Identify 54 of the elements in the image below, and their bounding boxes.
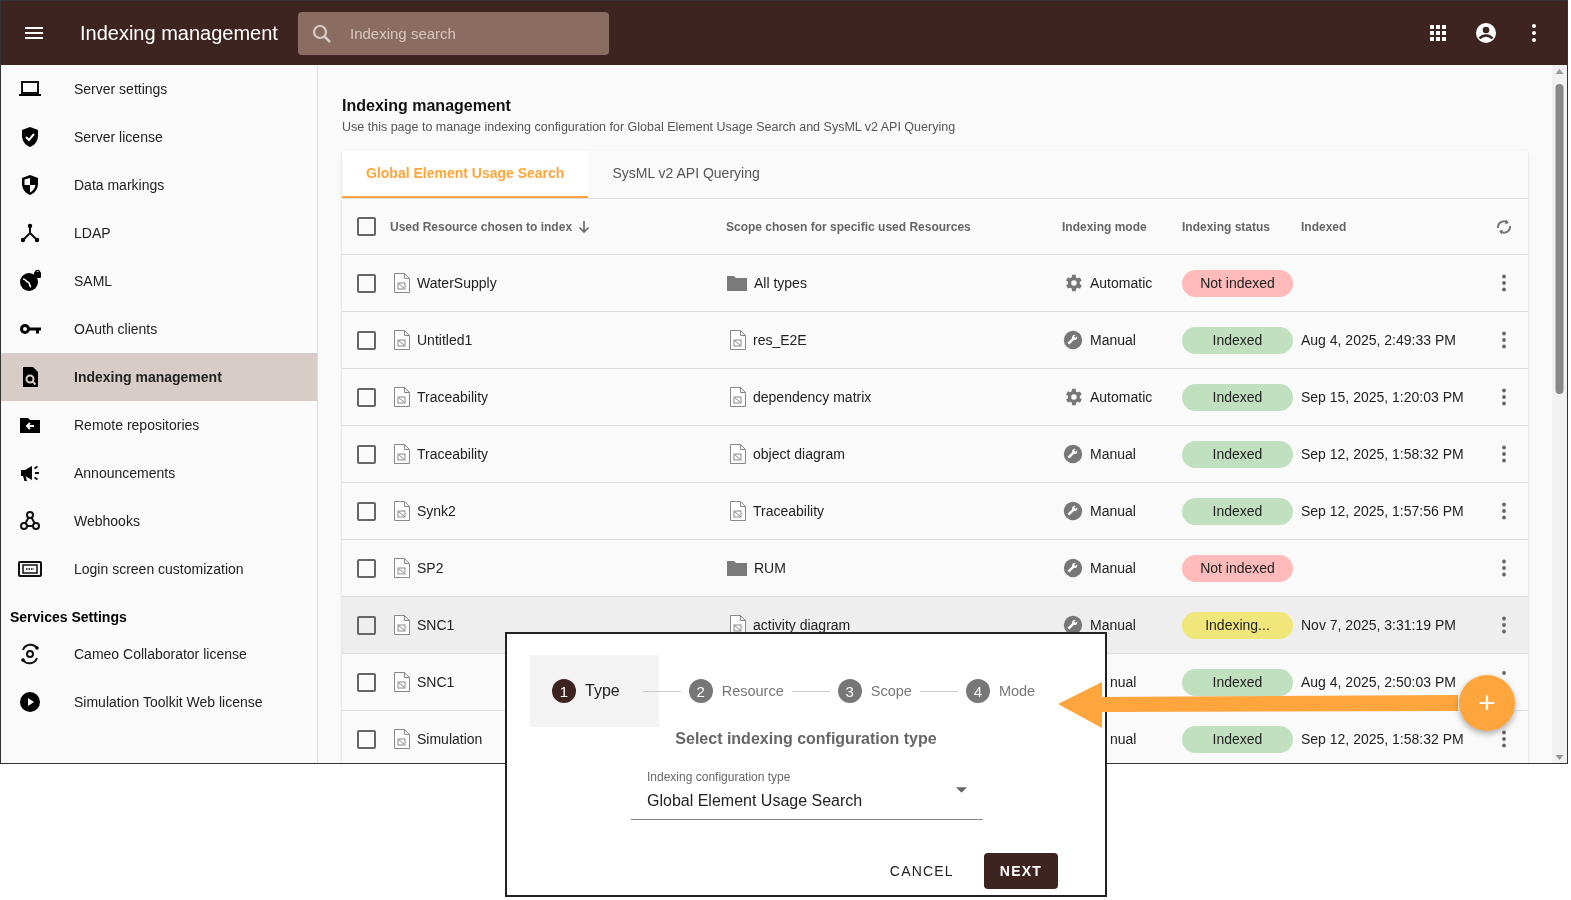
scope-name: Traceability (753, 503, 825, 519)
indexed-date: Sep 12, 2025, 1:57:56 PM (1301, 503, 1464, 519)
resource-name: WaterSupply (417, 275, 497, 291)
status-badge: Not indexed (1182, 269, 1293, 297)
indexing-mode: Automatic (1090, 275, 1153, 291)
status-badge: Indexed (1182, 497, 1293, 525)
status-badge: Indexed (1182, 440, 1293, 468)
resource-name: Traceability (417, 389, 489, 405)
indexed-date: Aug 4, 2025, 2:49:33 PM (1301, 332, 1456, 348)
step-number: 3 (837, 679, 862, 703)
section-title: Services Settings (9, 608, 128, 627)
step-label: Resource (721, 683, 784, 699)
status-badge: Indexing... (1182, 611, 1293, 639)
scope-name: All types (754, 275, 807, 291)
indexing-mode: Manual (1090, 617, 1136, 633)
status-badge: Not indexed (1182, 554, 1293, 582)
page-title: Indexing management (342, 97, 512, 115)
step-label: Type (585, 682, 620, 700)
scope-name: RUM (754, 560, 786, 576)
indexed-date: Aug 4, 2025, 2:50:03 PM (1301, 674, 1456, 690)
resource-name: Simulation (417, 731, 483, 747)
resource-name: SP2 (417, 560, 444, 576)
scope-name: res_E2E (753, 332, 807, 348)
step-number: 1 (552, 679, 576, 703)
status-badge: Indexed (1182, 725, 1293, 753)
indexing-mode: Manual (1090, 560, 1136, 576)
indexing-mode: nual (1110, 731, 1137, 747)
indexed-date: Sep 12, 2025, 1:58:32 PM (1301, 731, 1464, 747)
indexing-mode: Manual (1090, 503, 1136, 519)
page-subtitle: Use this page to manage indexing configuration for Global Element Usage Search and SysML v2 API Querying (342, 120, 957, 134)
indexing-mode: Manual (1090, 446, 1136, 462)
app-title: Indexing management (80, 21, 279, 45)
dialog-heading: Select indexing configuration type (674, 730, 938, 748)
resource-name: Untitled1 (417, 332, 473, 348)
step-number: 4 (965, 679, 990, 703)
resource-name: SNC1 (417, 674, 455, 690)
indexing-mode: Manual (1090, 332, 1136, 348)
status-badge: Indexed (1182, 326, 1293, 354)
step-number: 2 (688, 679, 713, 703)
step-label: Mode (998, 683, 1036, 699)
status-badge: Indexed (1182, 383, 1293, 411)
indexing-mode: nual (1110, 674, 1137, 690)
indexed-date: Nov 7, 2025, 3:31:19 PM (1301, 617, 1456, 633)
step-label: Scope (870, 683, 912, 699)
indexed-date: Sep 12, 2025, 1:58:32 PM (1301, 446, 1464, 462)
resource-name: Synk2 (417, 503, 456, 519)
scope-name: object diagram (753, 446, 845, 462)
indexing-mode: Automatic (1090, 389, 1153, 405)
status-badge: Indexed (1182, 668, 1293, 696)
resource-name: SNC1 (417, 617, 455, 633)
scope-name: activity diagram (753, 617, 851, 633)
resource-name: Traceability (417, 446, 489, 462)
scope-name: dependency matrix (753, 389, 872, 405)
indexed-date: Sep 15, 2025, 1:20:03 PM (1301, 389, 1464, 405)
